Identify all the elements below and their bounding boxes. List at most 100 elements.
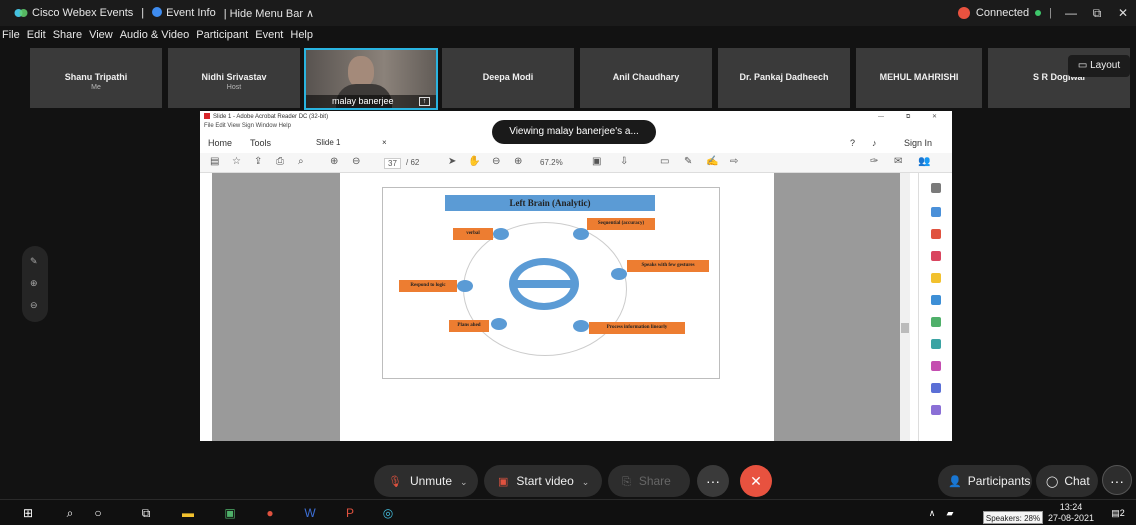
participants-button[interactable]: 👤 Participants: [938, 465, 1032, 497]
combine-icon[interactable]: [931, 295, 941, 305]
info-icon: [152, 7, 163, 17]
network-icon[interactable]: ▰: [942, 505, 958, 521]
webex-taskbar-icon[interactable]: ◎: [380, 505, 396, 521]
slide-content: Left Brain (Analytic) verbal Sequential …: [382, 187, 720, 379]
recording-icon[interactable]: [957, 7, 970, 19]
annotate-icon[interactable]: ✎: [30, 256, 38, 267]
tab-tools[interactable]: Tools: [250, 138, 271, 148]
active-speaker-video-tile[interactable]: malay banerjee ↑: [304, 48, 438, 110]
acrobat-maximize-button[interactable]: ⧉: [906, 111, 910, 123]
page-number-input[interactable]: 37: [384, 158, 401, 169]
bookmark-star-icon[interactable]: ☆: [232, 156, 241, 167]
participant-tile[interactable]: Anil Chaudhary: [580, 48, 712, 108]
email-icon[interactable]: ✉: [894, 156, 902, 167]
participant-tile[interactable]: Dr. Pankaj Dadheech: [718, 48, 850, 108]
menu-share[interactable]: Share: [53, 29, 82, 41]
sign-in-link[interactable]: Sign In: [904, 138, 932, 148]
hand-tool-icon[interactable]: ✋: [468, 156, 480, 167]
draw-icon[interactable]: ✍: [706, 156, 718, 167]
close-button[interactable]: ✕: [1110, 6, 1136, 20]
sign-icon[interactable]: ✑: [870, 156, 878, 167]
zoom-level-dropdown[interactable]: 67.2%: [540, 158, 563, 167]
participant-tile[interactable]: Shanu Tripathi Me: [30, 48, 162, 108]
restore-button[interactable]: ⧉: [1084, 6, 1110, 21]
comment-icon[interactable]: ▭: [660, 156, 669, 167]
tab-close-icon[interactable]: ×: [382, 138, 387, 147]
zoom-out-icon[interactable]: ⊖: [30, 300, 38, 311]
minimize-button[interactable]: —: [1058, 6, 1084, 20]
taskbar-clock[interactable]: 13:24 27-08-2021: [1046, 502, 1096, 524]
layout-button[interactable]: ▭ Layout: [1068, 55, 1130, 77]
zoom-in-icon[interactable]: ⊕: [30, 278, 38, 289]
zoom-in-icon[interactable]: ⊕: [514, 156, 522, 167]
share-people-icon[interactable]: 👥: [918, 156, 930, 167]
menu-file[interactable]: File: [2, 29, 20, 41]
unmute-button[interactable]: 🎙 Unmute ⌄: [374, 465, 478, 497]
page-down-icon[interactable]: ⊖: [352, 156, 360, 167]
create-pdf-icon[interactable]: [931, 207, 941, 217]
fit-page-icon[interactable]: ▣: [592, 156, 601, 167]
tab-home[interactable]: Home: [208, 138, 232, 148]
leave-meeting-button[interactable]: ✕: [740, 465, 772, 497]
zoom-out-icon[interactable]: ⊖: [492, 156, 500, 167]
compress-icon[interactable]: [931, 339, 941, 349]
menu-edit[interactable]: Edit: [27, 29, 46, 41]
start-video-button[interactable]: ▣ Start video ⌄: [484, 465, 602, 497]
upload-icon[interactable]: ⇪: [254, 156, 262, 167]
search-icon[interactable]: ⌕: [298, 156, 304, 167]
export-pdf-icon[interactable]: [931, 251, 941, 261]
menu-help[interactable]: Help: [290, 29, 313, 41]
fill-sign-icon[interactable]: ⇨: [730, 156, 738, 167]
participant-tile[interactable]: Nidhi Srivastav Host: [168, 48, 300, 108]
more-panels-button[interactable]: ···: [1102, 465, 1132, 495]
organize-icon[interactable]: [931, 229, 941, 239]
hide-menu-bar-button[interactable]: | Hide Menu Bar ∧: [224, 7, 314, 20]
participants-label: Participants: [967, 474, 1031, 488]
fill-sign-tool-icon[interactable]: [931, 317, 941, 327]
draw-tool-icon[interactable]: [931, 361, 941, 371]
word-icon[interactable]: W: [302, 505, 318, 521]
vertical-scrollbar[interactable]: [900, 173, 910, 441]
event-info-button[interactable]: Event Info: [152, 7, 216, 19]
bell-icon[interactable]: ♪: [872, 138, 877, 148]
chevron-down-icon[interactable]: ⌄: [582, 477, 590, 487]
acrobat-minimize-button[interactable]: —: [878, 111, 884, 123]
task-view-icon[interactable]: ⧉: [138, 505, 154, 521]
tab-document[interactable]: Slide 1 ×: [304, 133, 400, 153]
protect-icon[interactable]: [931, 383, 941, 393]
menu-view[interactable]: View: [89, 29, 113, 41]
title-bar-right: Connected | — ⧉ ✕: [957, 0, 1136, 26]
chevron-down-icon[interactable]: ⌄: [460, 477, 468, 487]
chat-button[interactable]: ◯ Chat: [1036, 465, 1098, 497]
scroll-mode-icon[interactable]: ⇩: [620, 156, 628, 167]
scroll-thumb[interactable]: [901, 323, 909, 333]
highlight-pen-icon[interactable]: ✎: [684, 156, 692, 167]
file-explorer-icon[interactable]: ▬: [180, 505, 196, 521]
more-tools-icon[interactable]: [931, 405, 941, 415]
zoom-tool-icon[interactable]: [931, 183, 941, 193]
menu-event[interactable]: Event: [255, 29, 283, 41]
menu-participant[interactable]: Participant: [196, 29, 248, 41]
share-button[interactable]: ⎘ Share: [608, 465, 690, 497]
comment-tool-icon[interactable]: [931, 273, 941, 283]
photos-icon[interactable]: ▣: [222, 505, 238, 521]
participant-tile[interactable]: Deepa Modi: [442, 48, 574, 108]
menu-audio-video[interactable]: Audio & Video: [120, 29, 190, 41]
participant-tile[interactable]: MEHUL MAHRISHI: [856, 48, 982, 108]
tray-chevron-icon[interactable]: ∧: [924, 505, 940, 521]
diagram-node: [611, 268, 627, 280]
windows-start-icon[interactable]: ⊞: [20, 505, 36, 521]
more-options-button[interactable]: ···: [697, 465, 729, 497]
search-icon[interactable]: ⌕: [62, 505, 78, 521]
help-icon[interactable]: ?: [850, 138, 855, 148]
chrome-icon[interactable]: ●: [262, 505, 278, 521]
page-up-icon[interactable]: ⊕: [330, 156, 338, 167]
print-icon[interactable]: ⎙: [276, 156, 284, 167]
select-cursor-icon[interactable]: ➤: [448, 156, 456, 167]
notifications-icon[interactable]: ▤2: [1108, 505, 1128, 521]
cortana-icon[interactable]: ○: [90, 505, 106, 521]
start-video-label: Start video: [516, 474, 574, 488]
powerpoint-icon[interactable]: P: [342, 505, 358, 521]
acrobat-close-button[interactable]: ✕: [932, 111, 937, 123]
save-icon[interactable]: ▤: [210, 156, 219, 167]
